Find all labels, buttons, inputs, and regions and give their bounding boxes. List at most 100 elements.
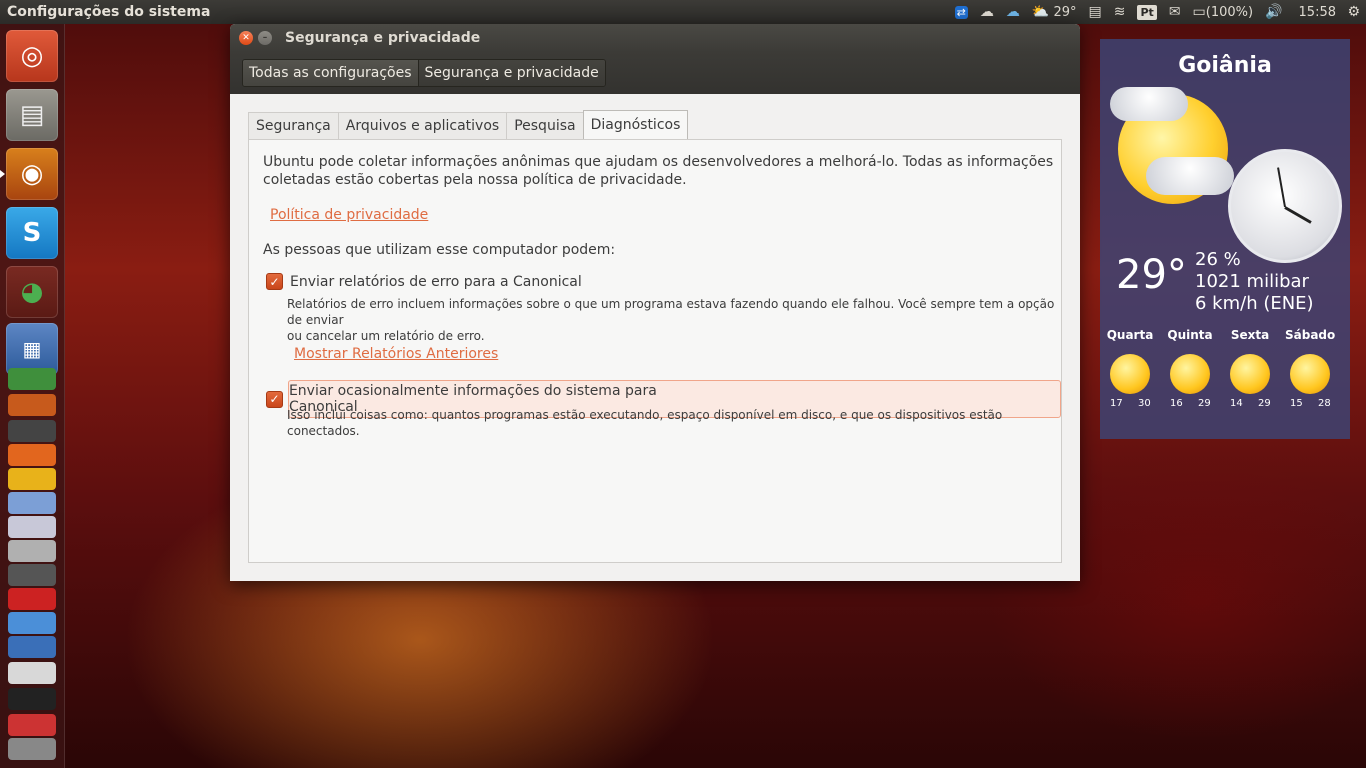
forecast-sun-icon xyxy=(1290,354,1330,394)
analog-clock xyxy=(1228,149,1342,263)
top-panel: Configurações do sistema ⇄ ☁ ☁ ⛅ 29° ▤ ≋… xyxy=(0,0,1366,24)
battery-percent: (100%) xyxy=(1205,4,1254,20)
weather-indicator-temp: 29° xyxy=(1053,4,1077,20)
window-title: Segurança e privacidade xyxy=(285,30,481,46)
intro-line-1: Ubuntu pode coletar informações anônimas… xyxy=(263,154,1054,170)
cloud-sync-icon[interactable]: ☁ xyxy=(974,0,1000,24)
app-icon[interactable] xyxy=(8,516,56,538)
clock-minute-hand xyxy=(1277,167,1286,208)
app-icon[interactable] xyxy=(8,564,56,586)
app-icon[interactable] xyxy=(8,714,56,736)
teamviewer-icon[interactable]: ⇄ xyxy=(949,0,974,24)
forecast-sun-icon xyxy=(1170,354,1210,394)
app-icon[interactable] xyxy=(8,612,56,634)
system-info-checkbox[interactable]: ✓ xyxy=(266,390,283,408)
ubuntu-one-icon[interactable]: ☁ xyxy=(1000,0,1026,24)
forecast-min: 17 xyxy=(1110,398,1123,409)
clipboard-icon[interactable]: ▤ xyxy=(1083,0,1108,24)
forecast-min: 14 xyxy=(1230,398,1243,409)
forecast-sun-icon xyxy=(1110,354,1150,394)
forecast-day: Sábado xyxy=(1285,328,1336,342)
system-info-description: Isso inclui coisas como: quantos program… xyxy=(287,408,1003,438)
gear-icon[interactable]: ⚙ xyxy=(1341,0,1366,24)
impress-icon[interactable] xyxy=(8,394,56,416)
launcher: ◎ ▤ ◉ S ◕ ▦ xyxy=(0,24,65,768)
cloud-icon xyxy=(1146,157,1234,195)
skype-icon[interactable]: S xyxy=(6,207,58,259)
close-icon[interactable]: ✕ xyxy=(239,31,253,45)
privacy-policy-link[interactable]: Política de privacidade xyxy=(270,207,428,223)
tab-diagnostics[interactable]: Diagnósticos xyxy=(582,110,689,139)
terminal-icon[interactable] xyxy=(8,420,56,442)
weather-humidity: 26 % xyxy=(1195,249,1241,270)
weather-widget[interactable]: Goiânia 29° 26 % 1021 milibar 6 km/h (EN… xyxy=(1100,39,1350,439)
devede-icon[interactable] xyxy=(8,662,56,684)
weather-indicator[interactable]: ⛅ 29° xyxy=(1026,0,1083,24)
language-label: Pt xyxy=(1137,4,1157,20)
keyboard-layout-indicator[interactable]: Pt xyxy=(1131,0,1162,24)
error-reports-label: Enviar relatórios de erro para a Canonic… xyxy=(290,273,582,290)
breadcrumb-security-privacy[interactable]: Segurança e privacidade xyxy=(417,60,605,86)
app-icon[interactable] xyxy=(8,492,56,514)
window-content: Segurança Arquivos e aplicativos Pesquis… xyxy=(230,94,1080,581)
indicator-area: ⇄ ☁ ☁ ⛅ 29° ▤ ≋ Pt ✉ ▭ (100%) 🔊 15:58 ⚙ xyxy=(949,0,1366,24)
forecast-sun-icon xyxy=(1230,354,1270,394)
people-label: As pessoas que utilizam esse computador … xyxy=(263,242,616,258)
weather-temperature: 29° xyxy=(1116,252,1187,298)
forecast-day: Quarta xyxy=(1106,328,1154,342)
error-reports-option[interactable]: ✓ Enviar relatórios de erro para a Canon… xyxy=(266,273,582,290)
error-desc-line-2: ou cancelar um relatório de erro. xyxy=(287,329,485,343)
tab-files-apps[interactable]: Arquivos e aplicativos xyxy=(337,112,508,139)
firefox-icon[interactable]: ◉ xyxy=(6,148,58,200)
show-previous-reports-link[interactable]: Mostrar Relatórios Anteriores xyxy=(294,346,498,362)
forecast-min: 16 xyxy=(1170,398,1183,409)
battery-indicator[interactable]: ▭ (100%) xyxy=(1187,0,1260,24)
software-center-icon[interactable] xyxy=(8,444,56,466)
window-titlebar[interactable]: ✕ – Segurança e privacidade xyxy=(230,24,1080,52)
pcsx-icon[interactable] xyxy=(8,588,56,610)
mail-icon[interactable]: ✉ xyxy=(1163,0,1187,24)
calc-icon[interactable] xyxy=(8,368,56,390)
weather-city: Goiânia xyxy=(1178,53,1272,78)
weather-pressure: 1021 milibar xyxy=(1195,271,1309,292)
error-reports-description: Relatórios de erro incluem informações s… xyxy=(287,296,1061,344)
weather-icon: ⛅ xyxy=(1031,4,1050,20)
diagnostics-panel: Ubuntu pode coletar informações anônimas… xyxy=(248,139,1062,563)
chrome-icon[interactable]: ◕ xyxy=(6,266,58,318)
app-icon[interactable] xyxy=(8,468,56,490)
error-desc-line-1: Relatórios de erro incluem informações s… xyxy=(287,297,1055,327)
clock-hour-hand xyxy=(1284,206,1312,224)
wifi-icon[interactable]: ≋ xyxy=(1108,0,1132,24)
intro-text: Ubuntu pode coletar informações anônimas… xyxy=(263,153,1053,189)
ubuntu-dash-icon[interactable]: ◎ xyxy=(6,30,58,82)
app-icon[interactable] xyxy=(8,688,56,710)
clock[interactable]: 15:58 xyxy=(1293,0,1342,24)
forecast-max: 29 xyxy=(1198,398,1211,409)
error-reports-checkbox[interactable]: ✓ xyxy=(266,273,283,290)
weather-wind: 6 km/h (ENE) xyxy=(1195,293,1314,314)
toolbar: Todas as configurações Segurança e priva… xyxy=(230,52,1080,94)
forecast-day: Quinta xyxy=(1167,328,1213,342)
trash-icon[interactable] xyxy=(8,738,56,760)
app-icon[interactable] xyxy=(8,636,56,658)
intro-line-2: coletadas estão cobertas pela nossa polí… xyxy=(263,172,687,188)
tab-search[interactable]: Pesquisa xyxy=(506,112,584,139)
breadcrumb: Todas as configurações Segurança e priva… xyxy=(242,59,606,87)
active-app-title: Configurações do sistema xyxy=(7,4,211,20)
forecast-max: 29 xyxy=(1258,398,1271,409)
forecast-day: Sexta xyxy=(1230,328,1270,342)
running-indicator xyxy=(0,170,5,178)
tab-security[interactable]: Segurança xyxy=(248,112,339,139)
cloud-icon xyxy=(1110,87,1188,121)
forecast-min: 15 xyxy=(1290,398,1303,409)
tab-bar: Segurança Arquivos e aplicativos Pesquis… xyxy=(248,110,689,139)
minimize-icon[interactable]: – xyxy=(258,31,272,45)
battery-icon: ▭ xyxy=(1192,4,1206,20)
breadcrumb-all-settings[interactable]: Todas as configurações xyxy=(243,60,418,86)
disc-icon[interactable] xyxy=(8,540,56,562)
volume-icon[interactable]: 🔊 xyxy=(1259,0,1288,24)
forecast-max: 30 xyxy=(1138,398,1151,409)
settings-window: ✕ – Segurança e privacidade Todas as con… xyxy=(230,24,1080,581)
file-cabinet-icon[interactable]: ▤ xyxy=(6,89,58,141)
forecast-max: 28 xyxy=(1318,398,1331,409)
